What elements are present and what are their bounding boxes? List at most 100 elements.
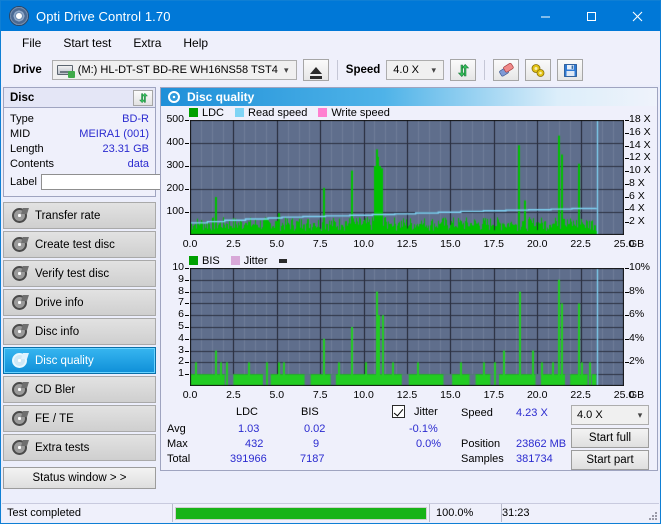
- save-button[interactable]: [557, 59, 584, 81]
- sidebar-item-cd-bler[interactable]: CD Bler: [3, 376, 156, 403]
- settings-button[interactable]: [525, 59, 552, 81]
- axis-tick-label: 2 X: [629, 215, 645, 228]
- refresh-arrows-icon: [457, 63, 469, 77]
- axis-tick-label: 20.0: [526, 389, 548, 401]
- eject-button[interactable]: [302, 59, 329, 81]
- axis-tick-label: 9: [178, 272, 184, 285]
- axis-tick-label: 7.5: [312, 238, 328, 250]
- sidebar-item-drive-info[interactable]: Drive info: [3, 289, 156, 316]
- disc-label-row: Label: [10, 172, 245, 192]
- legend-label-bis: BIS: [202, 254, 220, 267]
- menu-item-extra[interactable]: Extra: [122, 34, 172, 52]
- disc-panel-rows: Type BD-R MID MEIRA1 (001) Length 23.31 …: [4, 108, 245, 196]
- sidebar-item-disc-quality[interactable]: Disc quality: [3, 347, 156, 374]
- axis-tick-label: 300: [166, 159, 184, 171]
- axis-tick: [185, 362, 189, 363]
- speed-select[interactable]: 4.0 X ▾: [386, 60, 445, 80]
- legend-label-write-speed: Write speed: [331, 106, 390, 119]
- app-window: Opti Drive Control 1.70 File Start test …: [0, 0, 661, 524]
- sidebar-item-fe-te[interactable]: FE / TE: [3, 405, 156, 432]
- axis-tick: [185, 212, 189, 213]
- axis-tick-label: 10.0: [353, 238, 374, 250]
- stats-position-label: Position: [461, 438, 501, 450]
- stats-header-bis: BIS: [301, 406, 319, 418]
- sidebar-item-verify-test-disc[interactable]: Verify test disc: [3, 260, 156, 287]
- sidebar-item-label: Extra tests: [35, 441, 90, 454]
- axis-tick-label: 7.5: [312, 389, 328, 401]
- drive-label: Drive: [13, 64, 42, 76]
- axis-tick: [185, 351, 189, 352]
- axis-tick: [625, 209, 629, 210]
- bis-legend: BIS Jitter: [161, 254, 657, 267]
- menu-item-help[interactable]: Help: [172, 34, 219, 52]
- axis-tick-label: 10: [172, 261, 184, 273]
- jitter-checkbox[interactable]: [392, 405, 405, 419]
- legend-swatch-ldc: [189, 108, 198, 117]
- erase-button[interactable]: [493, 59, 520, 81]
- disc-refresh-button[interactable]: [133, 89, 153, 106]
- drive-select[interactable]: (M:) HL-DT-ST BD-RE WH16NS58 TST4 ▾: [51, 60, 297, 80]
- disc-row-length: Length 23.31 GB: [10, 141, 149, 156]
- sidebar-item-disc-info[interactable]: Disc info: [3, 318, 156, 345]
- test-speed-select[interactable]: 4.0 X ▾: [571, 405, 649, 425]
- minimize-icon[interactable]: [522, 1, 568, 31]
- speed-label: Speed: [345, 64, 381, 76]
- ldc-chart: LDC Read speed Write speed 100 200 300 400 5…: [161, 106, 657, 252]
- disc-test-icon: [12, 295, 27, 310]
- axis-tick: [185, 303, 189, 304]
- sidebar-item-create-test-disc[interactable]: Create test disc: [3, 231, 156, 258]
- status-window-button[interactable]: Status window > >: [3, 467, 156, 489]
- sidebar-item-transfer-rate[interactable]: Transfer rate: [3, 202, 156, 229]
- resize-grip-icon[interactable]: [647, 510, 657, 520]
- sidebar-item-label: Verify test disc: [35, 267, 110, 280]
- sidebar-item-label: Drive info: [35, 296, 84, 309]
- axis-tick-label: 10 X: [629, 164, 651, 177]
- stats-speed-label: Speed: [461, 407, 493, 419]
- axis-tick: [625, 158, 629, 159]
- axis-tick: [625, 339, 629, 340]
- stats-samples-label: Samples: [461, 453, 504, 465]
- axis-tick: [185, 339, 189, 340]
- status-window-wrap: Status window > >: [3, 467, 156, 489]
- disc-row-contents-key: Contents: [10, 157, 55, 170]
- axis-tick: [625, 315, 629, 316]
- chevron-down-icon: ▾: [284, 64, 289, 75]
- progress-bar: [172, 504, 430, 522]
- start-part-button[interactable]: Start part: [571, 450, 649, 470]
- axis-tick: [625, 171, 629, 172]
- ldc-canvas: [190, 120, 624, 235]
- disc-test-icon: [12, 411, 27, 426]
- legend-swatch-jitter: [230, 256, 240, 265]
- progress-percent: 100.0%: [430, 504, 502, 522]
- menu-item-start-test[interactable]: Start test: [52, 34, 122, 52]
- start-full-button[interactable]: Start full: [571, 428, 649, 448]
- axis-tick-label: 4%: [629, 331, 645, 344]
- disc-row-type: Type BD-R: [10, 111, 149, 126]
- axis-tick-label: 8%: [629, 284, 645, 297]
- sidebar-nav: Transfer rate Create test disc Verify te…: [3, 202, 156, 461]
- stats-ldc-max: 432: [245, 438, 264, 450]
- menu-item-file[interactable]: File: [11, 34, 52, 52]
- close-icon[interactable]: [614, 1, 660, 31]
- stats-bis-avg: 0.02: [304, 423, 326, 435]
- axis-tick-label: 17.5: [483, 238, 505, 250]
- eraser-icon: [499, 62, 514, 76]
- status-message: Test completed: [7, 507, 81, 519]
- jitter-label: Jitter: [414, 406, 438, 418]
- disc-row-contents: Contents data: [10, 156, 149, 171]
- progress-fill: [176, 507, 426, 519]
- axis-tick-label: GB: [629, 238, 645, 250]
- ldc-legend: LDC Read speed Write speed: [161, 106, 657, 119]
- axis-tick: [625, 133, 629, 134]
- axis-tick-label: 3: [178, 343, 184, 356]
- refresh-button[interactable]: [450, 59, 477, 81]
- disc-test-icon: [12, 324, 27, 339]
- axis-tick-label: 100: [166, 205, 184, 217]
- disc-row-mid-key: MID: [10, 127, 31, 140]
- maximize-icon[interactable]: [568, 1, 614, 31]
- legend-swatch-write-speed: [318, 108, 328, 117]
- elapsed-time: 31:23: [502, 507, 530, 519]
- axis-tick-label: 6: [178, 308, 184, 321]
- disc-panel-header: Disc: [4, 88, 155, 108]
- sidebar-item-extra-tests[interactable]: Extra tests: [3, 434, 156, 461]
